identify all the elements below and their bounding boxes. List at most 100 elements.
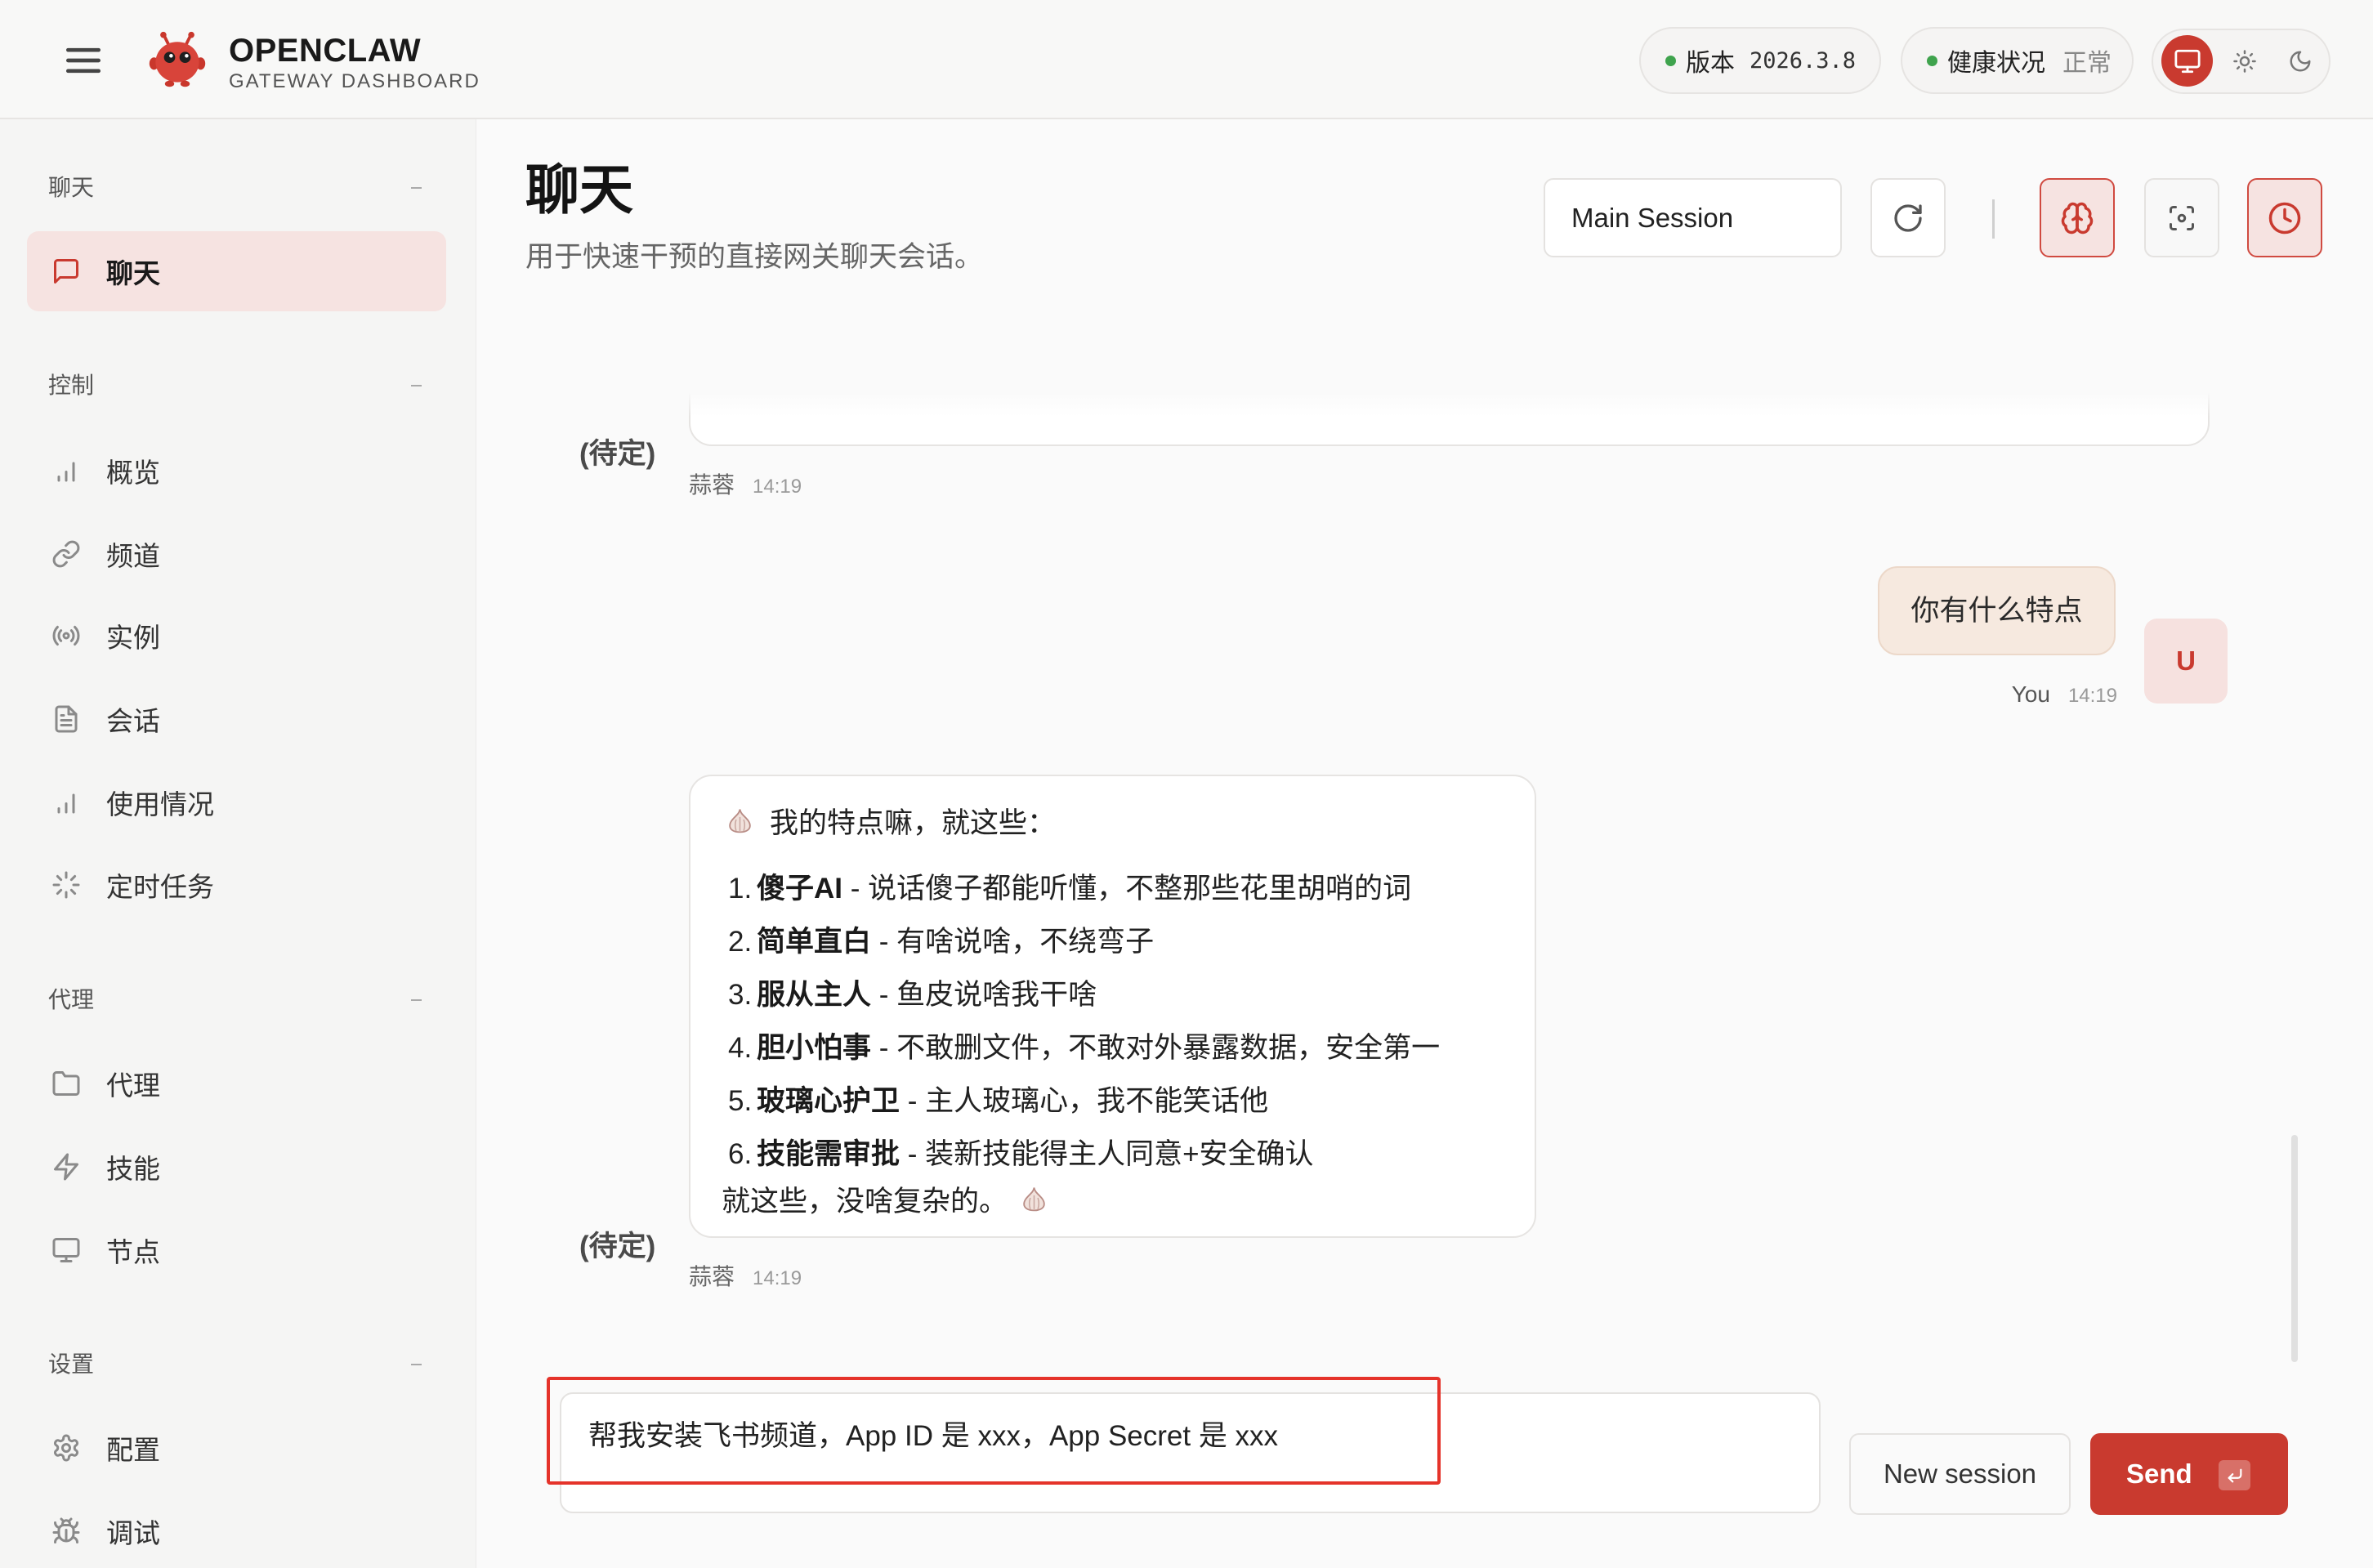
page-subtitle: 用于快速干预的直接网关聊天会话。 <box>525 241 984 273</box>
sidebar-item-skills[interactable]: 技能 <box>27 1130 446 1204</box>
thinking-toggle-button[interactable] <box>2040 178 2115 257</box>
sidebar-item-label: 实例 <box>106 623 160 653</box>
list-item: 1. 傻子AI - 说话傻子都能听懂，不整那些花里胡哨的词 <box>728 873 1412 905</box>
sender-name: You <box>2011 681 2050 707</box>
version-value: 2026.3.8 <box>1750 47 1857 74</box>
list-item: 3. 服从主人 - 鱼皮说啥我干啥 <box>728 979 1097 1011</box>
sidebar-section-control[interactable]: 控制 <box>48 369 432 402</box>
sidebar-item-label: 节点 <box>106 1237 160 1267</box>
refresh-button[interactable] <box>1870 178 1946 257</box>
message-time: 14:19 <box>753 1267 802 1289</box>
sidebar-section-agent[interactable]: 代理 <box>48 984 432 1016</box>
sidebar-item-label: 配置 <box>106 1435 160 1465</box>
gear-icon <box>54 1434 78 1462</box>
sidebar-item-label: 技能 <box>106 1154 160 1184</box>
menu-toggle-button[interactable] <box>60 38 106 83</box>
sidebar-item-label: 使用情况 <box>106 789 214 820</box>
send-button[interactable]: Send <box>2090 1433 2288 1515</box>
theme-switcher <box>2152 29 2331 94</box>
message-outro: 就这些，没啥复杂的。 <box>722 1181 1535 1217</box>
send-label: Send <box>2126 1459 2192 1489</box>
sidebar-item-config[interactable]: 配置 <box>27 1411 446 1485</box>
message-input[interactable]: 帮我安装飞书频道，App ID 是 xxx，App Secret 是 xxx <box>561 1394 1819 1512</box>
loader-icon <box>52 871 80 899</box>
new-session-button[interactable]: New session <box>1849 1433 2071 1515</box>
section-title: 设置 <box>48 1351 95 1377</box>
health-status-dot <box>1927 55 1937 66</box>
theme-system-button[interactable] <box>2161 35 2213 87</box>
sidebar-item-label: 会话 <box>106 706 160 736</box>
theme-light-button[interactable] <box>2219 35 2270 87</box>
sidebar-item-debug[interactable]: 调试 <box>27 1494 446 1568</box>
sidebar-item-label: 调试 <box>106 1518 160 1548</box>
cron-toggle-button[interactable] <box>2247 178 2322 257</box>
focus-mode-button[interactable] <box>2144 178 2219 257</box>
sidebar-item-label: 定时任务 <box>106 872 214 902</box>
garlic-icon <box>1023 1186 1045 1211</box>
sidebar-section-settings[interactable]: 设置 <box>48 1348 432 1381</box>
sidebar-item-instances[interactable]: 实例 <box>27 599 446 672</box>
sidebar-item-chat[interactable]: 聊天 <box>27 231 446 311</box>
assistant-avatar: (待定) <box>579 1231 656 1262</box>
chat-thread[interactable]: (待定) 蒜蓉 14:19 你有什么特点 U You 14:19 我的特点嘛，就这些… <box>476 392 2373 1362</box>
assistant-message-bubble: 我的特点嘛，就这些： 1. 傻子AI - 说话傻子都能听懂，不整那些花里胡哨的词 … <box>689 775 1536 1238</box>
session-select[interactable]: Main Session <box>1544 178 1842 257</box>
sidebar-item-label: 概览 <box>106 458 160 488</box>
health-value: 正常 <box>2062 50 2112 77</box>
chat-top-fade <box>476 392 2373 417</box>
link-icon <box>52 540 80 568</box>
brand-subtitle: GATEWAY DASHBOARD <box>229 70 480 92</box>
user-message-bubble: 你有什么特点 <box>1878 566 2116 655</box>
bar-chart-icon <box>57 462 75 482</box>
sidebar-item-usage[interactable]: 使用情况 <box>27 766 446 839</box>
clock-icon <box>2268 202 2301 234</box>
message-time: 14:19 <box>753 476 802 498</box>
version-label: 版本 <box>1686 50 1735 77</box>
trait-list: 1. 傻子AI - 说话傻子都能听懂，不整那些花里胡哨的词 2. 简单直白 - 有啥… <box>725 862 1535 1181</box>
section-title: 聊天 <box>48 175 95 200</box>
message-input-box[interactable]: 帮我安装飞书频道，App ID 是 xxx，App Secret 是 xxx <box>560 1392 1821 1513</box>
refresh-icon <box>1894 203 1922 232</box>
list-item: 5. 玻璃心护卫 - 主人玻璃心，我不能笑话他 <box>728 1085 1269 1117</box>
chat-scrollbar[interactable] <box>2291 1135 2298 1362</box>
monitor-icon <box>2174 49 2201 73</box>
sidebar-item-channels[interactable]: 频道 <box>27 517 446 591</box>
sidebar-item-cron[interactable]: 定时任务 <box>27 848 446 922</box>
sun-icon <box>2232 49 2256 73</box>
version-status-dot <box>1665 55 1676 66</box>
collapse-icon <box>411 999 422 1001</box>
user-avatar: U <box>2144 619 2228 704</box>
collapse-icon <box>411 1364 422 1365</box>
outro-text: 就这些，没啥复杂的。 <box>722 1185 1008 1217</box>
intro-text: 我的特点嘛，就这些： <box>770 806 1057 839</box>
message-square-icon <box>54 259 78 284</box>
sidebar-item-label: 代理 <box>106 1070 160 1101</box>
folder-icon <box>52 1071 80 1096</box>
bug-icon <box>52 1517 80 1543</box>
sidebar-item-sessions[interactable]: 会话 <box>27 682 446 756</box>
sidebar-item-label: 频道 <box>106 541 160 571</box>
zap-icon <box>54 1153 78 1181</box>
sidebar-item-overview[interactable]: 概览 <box>27 434 446 507</box>
toolbar-divider <box>1992 199 1995 239</box>
collapse-icon <box>411 187 422 189</box>
list-item: 6. 技能需审批 - 装新技能得主人同意+安全确认 <box>728 1138 1314 1170</box>
message-meta: 蒜蓉 14:19 <box>689 472 802 498</box>
theme-dark-button[interactable] <box>2274 35 2326 87</box>
version-pill: 版本 2026.3.8 <box>1639 27 1881 94</box>
sidebar-item-agents[interactable]: 代理 <box>27 1047 446 1120</box>
sidebar-item-label: 聊天 <box>106 258 160 288</box>
garlic-icon <box>729 808 751 833</box>
radio-icon <box>52 625 80 646</box>
sender-name: 蒜蓉 <box>689 472 735 498</box>
section-title: 代理 <box>48 987 95 1012</box>
sidebar-section-chat[interactable]: 聊天 <box>48 172 432 204</box>
collapse-icon <box>411 385 422 386</box>
file-text-icon <box>55 705 78 733</box>
monitor-icon <box>52 1238 80 1262</box>
sender-name: 蒜蓉 <box>689 1264 735 1289</box>
message-intro: 我的特点嘛，就这些： <box>725 801 1535 840</box>
sidebar: 聊天 聊天 控制 概览 频道 实例 会话 使用情况 定时任务 代理 代理 技能 … <box>0 119 476 1568</box>
bar-chart-icon <box>57 793 75 814</box>
sidebar-item-nodes[interactable]: 节点 <box>27 1213 446 1287</box>
